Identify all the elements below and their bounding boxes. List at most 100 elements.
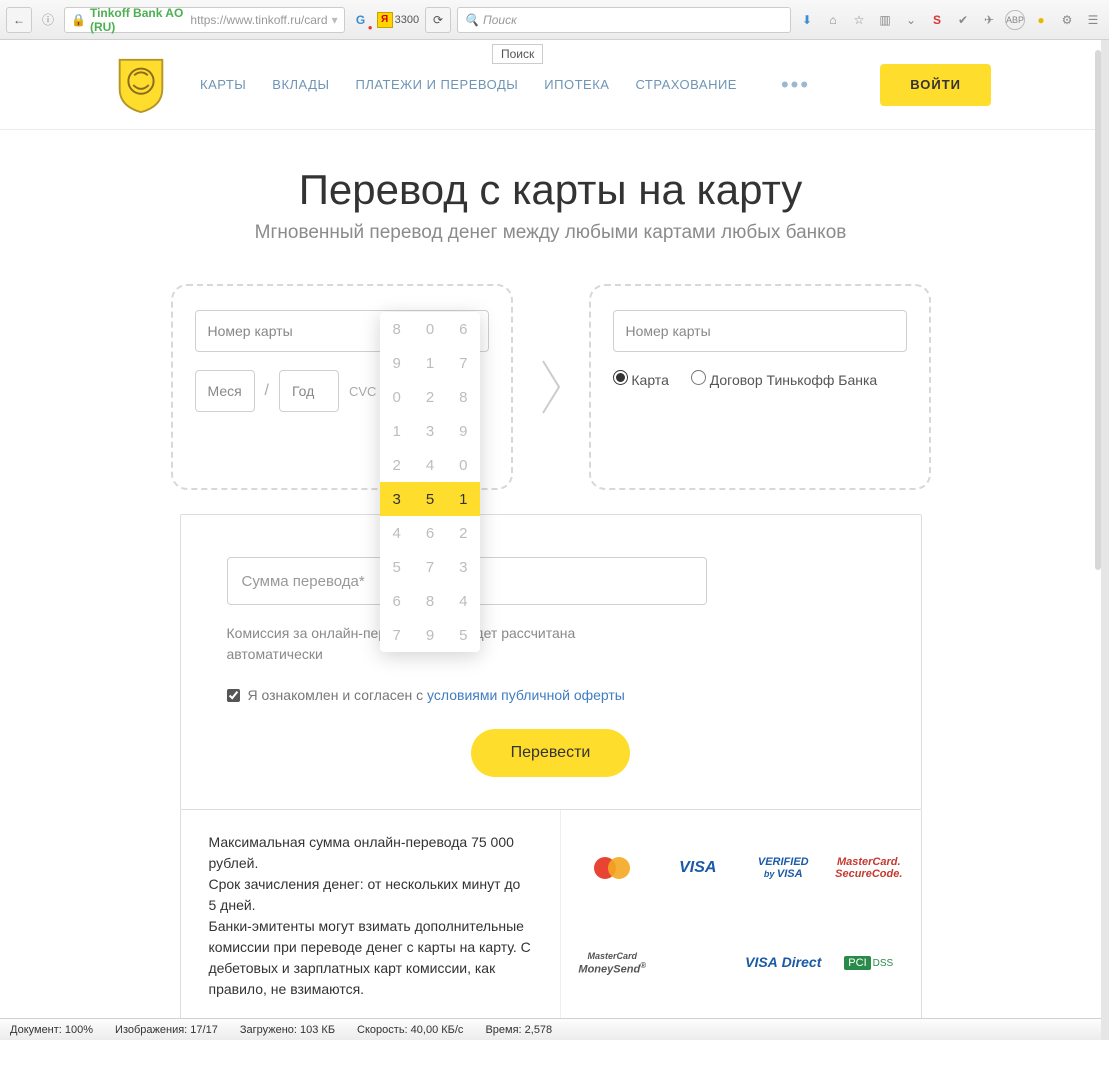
status-speed: Скорость: 40,00 КБ/c bbox=[357, 1024, 463, 1036]
spinner-digit: 2 bbox=[392, 457, 400, 474]
back-button[interactable]: ← bbox=[6, 7, 32, 33]
to-card-panel: Карта Договор Тинькофф Банка bbox=[589, 284, 931, 490]
search-input[interactable]: 🔍 Поиск bbox=[457, 7, 791, 33]
cvc-number-spinner[interactable]: 806917028139240351462573684795 bbox=[380, 312, 480, 652]
site-identity: Tinkoff Bank AO (RU) bbox=[90, 6, 186, 34]
download-icon[interactable]: ⬇ bbox=[797, 10, 817, 30]
abp-icon[interactable]: ABP bbox=[1005, 10, 1025, 30]
year-input[interactable] bbox=[279, 370, 339, 412]
yandex-badge: 3300 bbox=[395, 14, 419, 26]
gear-icon[interactable]: ⚙ bbox=[1057, 10, 1077, 30]
verified-by-visa-logo: VERIFIEDby VISA bbox=[758, 856, 809, 880]
spinner-row[interactable]: 806 bbox=[380, 312, 480, 346]
lock-icon: 🔒 bbox=[71, 13, 86, 27]
transfer-form: Комиссия за онлайн-перевод денег будет р… bbox=[180, 514, 922, 810]
address-bar[interactable]: 🔒 Tinkoff Bank AO (RU) https://www.tinko… bbox=[64, 7, 345, 33]
mastercard-securecode-logo: MasterCard.SecureCode. bbox=[835, 856, 902, 880]
main-nav: КАРТЫ ВКЛАДЫ ПЛАТЕЖИ И ПЕРЕВОДЫ ИПОТЕКА … bbox=[200, 77, 737, 92]
search-icon: 🔍 bbox=[464, 13, 479, 27]
send-icon[interactable]: ✈ bbox=[979, 10, 999, 30]
spinner-digit: 9 bbox=[392, 355, 400, 372]
spinner-row[interactable]: 1 3 9 bbox=[380, 414, 480, 448]
url-text: https://www.tinkoff.ru/card bbox=[190, 13, 327, 27]
spinner-digit: 3 bbox=[392, 491, 400, 508]
status-images: Изображения: 17/17 bbox=[115, 1024, 218, 1036]
info-icon[interactable]: ⓘ bbox=[38, 10, 58, 30]
spinner-row[interactable]: 2 4 0 bbox=[380, 448, 480, 482]
radio-contract[interactable] bbox=[691, 370, 706, 385]
s-icon[interactable]: S bbox=[927, 10, 947, 30]
payment-logos: VISA VERIFIEDby VISA MasterCard.SecureCo… bbox=[561, 810, 921, 1022]
reload-button[interactable]: ⟳ bbox=[425, 7, 451, 33]
check-icon[interactable]: ✔ bbox=[953, 10, 973, 30]
slash-divider: / bbox=[265, 382, 269, 400]
dropdown-icon[interactable]: ▾ bbox=[332, 13, 338, 27]
login-button[interactable]: ВОЙТИ bbox=[880, 64, 991, 106]
spinner-digit: 6 bbox=[459, 321, 467, 338]
site-header: КАРТЫ ВКЛАДЫ ПЛАТЕЖИ И ПЕРЕВОДЫ ИПОТЕКА … bbox=[0, 40, 1101, 130]
google-icon[interactable]: G ● bbox=[351, 10, 371, 30]
spinner-digit: 7 bbox=[459, 355, 467, 372]
chevron-right-icon bbox=[539, 357, 563, 417]
spinner-digit: 1 bbox=[459, 491, 467, 508]
spinner-digit: 2 bbox=[459, 525, 467, 542]
spinner-digit: 4 bbox=[392, 525, 400, 542]
spinner-digit: 9 bbox=[459, 423, 467, 440]
spinner-digit: 5 bbox=[392, 559, 400, 576]
pocket-icon[interactable]: ⌄ bbox=[901, 10, 921, 30]
nav-item-payments[interactable]: ПЛАТЕЖИ И ПЕРЕВОДЫ bbox=[355, 77, 518, 92]
radio-card[interactable] bbox=[613, 370, 628, 385]
spinner-digit: 0 bbox=[459, 457, 467, 474]
spinner-digit: 7 bbox=[392, 627, 400, 644]
agree-row: Я ознакомлен и согласен с условиями публ… bbox=[227, 687, 875, 703]
agree-text: Я ознакомлен и согласен с условиями публ… bbox=[248, 687, 625, 703]
spinner-digit: 6 bbox=[426, 525, 434, 542]
page-viewport: КАРТЫ ВКЛАДЫ ПЛАТЕЖИ И ПЕРЕВОДЫ ИПОТЕКА … bbox=[0, 40, 1109, 1040]
yandex-icon[interactable]: Я bbox=[377, 12, 393, 28]
nav-item-deposits[interactable]: ВКЛАДЫ bbox=[272, 77, 329, 92]
visa-direct-logo: VISA Direct bbox=[745, 955, 821, 970]
spinner-digit: 8 bbox=[426, 593, 434, 610]
spinner-digit: 1 bbox=[392, 423, 400, 440]
nav-item-insurance[interactable]: СТРАХОВАНИЕ bbox=[635, 77, 737, 92]
month-input[interactable] bbox=[195, 370, 255, 412]
spinner-row[interactable]: 684 bbox=[380, 584, 480, 618]
to-card-number-input[interactable] bbox=[613, 310, 907, 352]
spinner-row[interactable]: 028 bbox=[380, 380, 480, 414]
spinner-row[interactable]: 4 6 2 bbox=[380, 516, 480, 550]
spinner-row[interactable]: 3 5 1 bbox=[380, 482, 480, 516]
more-menu-icon[interactable]: ••• bbox=[781, 72, 810, 98]
spinner-digit: 4 bbox=[426, 457, 434, 474]
feed-icon[interactable]: ▥ bbox=[875, 10, 895, 30]
dot-icon[interactable]: ● bbox=[1031, 10, 1051, 30]
pci-dss-logo: PCI DSS bbox=[844, 956, 893, 970]
menu-icon[interactable]: ☰ bbox=[1083, 10, 1103, 30]
agree-checkbox[interactable] bbox=[227, 689, 240, 702]
to-card-type-radios: Карта Договор Тинькофф Банка bbox=[613, 370, 907, 388]
spinner-row[interactable]: 9 1 7 bbox=[380, 346, 480, 380]
spinner-row[interactable]: 795 bbox=[380, 618, 480, 652]
limits-text: Максимальная сумма онлайн-перевода 75 00… bbox=[181, 810, 561, 1022]
reload-icon: ⟳ bbox=[433, 13, 443, 27]
status-document: Документ: 100% bbox=[10, 1024, 93, 1036]
nav-item-cards[interactable]: КАРТЫ bbox=[200, 77, 246, 92]
spinner-digit: 5 bbox=[426, 491, 434, 508]
spinner-digit: 7 bbox=[426, 559, 434, 576]
offer-link[interactable]: условиями публичной оферты bbox=[427, 687, 625, 703]
home-icon[interactable]: ⌂ bbox=[823, 10, 843, 30]
card-transfer-row: / CVC Карта Договор Тинькофф Банка bbox=[0, 284, 1101, 490]
spinner-digit: 3 bbox=[426, 423, 434, 440]
star-icon[interactable]: ☆ bbox=[849, 10, 869, 30]
tinkoff-logo[interactable] bbox=[110, 54, 172, 116]
spinner-digit: 8 bbox=[392, 321, 400, 338]
radio-contract-label[interactable]: Договор Тинькофф Банка bbox=[691, 370, 877, 388]
spinner-digit: 2 bbox=[426, 389, 434, 406]
radio-card-label[interactable]: Карта bbox=[613, 370, 669, 388]
spinner-digit: 1 bbox=[426, 355, 434, 372]
visa-logo: VISA bbox=[679, 859, 716, 877]
spinner-row[interactable]: 573 bbox=[380, 550, 480, 584]
cvc-label: CVC bbox=[349, 384, 376, 399]
search-tooltip: Поиск bbox=[492, 44, 543, 64]
submit-button[interactable]: Перевести bbox=[471, 729, 631, 777]
nav-item-mortgage[interactable]: ИПОТЕКА bbox=[544, 77, 609, 92]
